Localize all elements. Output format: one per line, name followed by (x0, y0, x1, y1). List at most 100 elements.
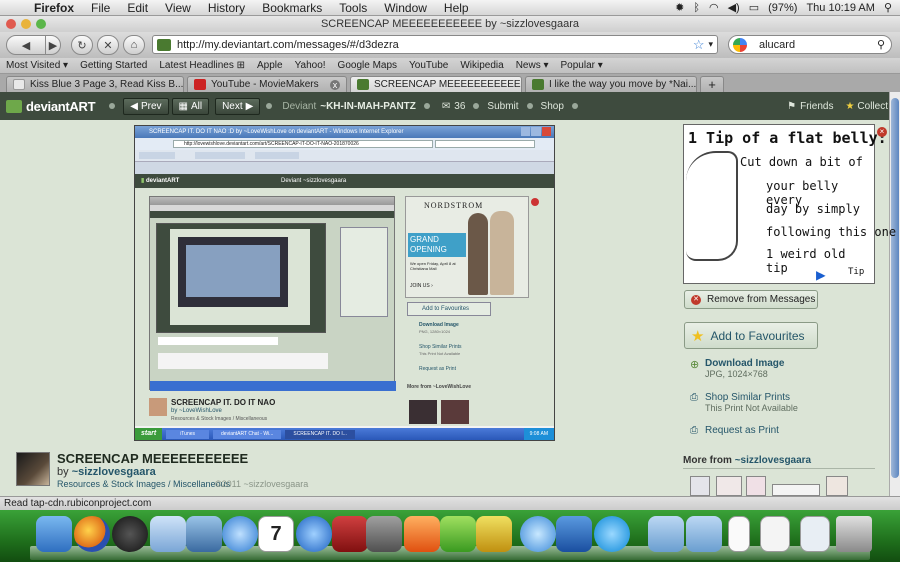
menubar-clock[interactable]: Thu 10:19 AM (806, 2, 875, 14)
close-icon[interactable]: x (330, 79, 340, 90)
url-bar[interactable]: http://my.deviantart.com/messages/#/d3de… (152, 35, 718, 54)
minimize-window-button[interactable] (21, 19, 31, 29)
documents-folder-icon[interactable] (686, 516, 722, 552)
more-thumb-3[interactable] (746, 476, 766, 496)
garageband-icon[interactable] (404, 516, 440, 552)
volume-icon[interactable]: ◀) (728, 1, 740, 14)
collect-star-icon[interactable]: ★ (845, 101, 854, 112)
menu-bookmarks[interactable]: Bookmarks (254, 1, 331, 15)
bookmark-getting-started[interactable]: Getting Started (80, 60, 147, 71)
battery-icon[interactable]: ▭ (749, 1, 759, 14)
menu-edit[interactable]: Edit (119, 1, 157, 15)
more-thumb-2[interactable] (716, 476, 742, 496)
menu-window[interactable]: Window (376, 1, 436, 15)
author-avatar[interactable] (16, 452, 50, 486)
ical-icon[interactable]: 7 (258, 516, 294, 552)
menu-tools[interactable]: Tools (331, 1, 376, 15)
more-thumb-1[interactable] (690, 476, 710, 496)
submit-link[interactable]: Submit (487, 101, 518, 112)
skype-icon[interactable] (594, 516, 630, 552)
trash-icon[interactable] (836, 516, 872, 552)
download-image-link[interactable]: Download Image (705, 358, 784, 369)
menu-app-firefox[interactable]: Firefox (26, 1, 83, 15)
tab-youtube[interactable]: YouTube - MovieMakers x (187, 76, 347, 92)
search-input[interactable]: alucard (759, 39, 877, 51)
buddy-icon[interactable] (520, 516, 556, 552)
bookmark-star-icon[interactable]: ☆ (693, 37, 705, 53)
downloads-stack-icon[interactable] (760, 516, 790, 552)
deviantart-logo[interactable]: deviantART (6, 99, 96, 114)
zoom-window-button[interactable] (36, 19, 46, 29)
friends-link[interactable]: Friends (800, 101, 833, 112)
new-tab-button[interactable]: + (700, 76, 724, 92)
next-button[interactable]: Next ▶ (215, 97, 261, 115)
applications-folder-icon[interactable] (648, 516, 684, 552)
url-dropdown-icon[interactable]: ▾ (708, 39, 713, 50)
close-ad-icon[interactable]: × (877, 127, 887, 137)
deviant-name-link[interactable]: ~KH-IN-MAH-PANTZ (320, 101, 416, 112)
author-link[interactable]: ~sizzlovesgaara (72, 466, 156, 478)
home-button[interactable]: ⌂ (123, 35, 145, 55)
tab-i-like-the-way[interactable]: I like the way you move by *Nai... x (525, 76, 697, 92)
menu-history[interactable]: History (200, 1, 254, 15)
facetime-icon[interactable] (222, 516, 258, 552)
finder-icon[interactable] (36, 516, 72, 552)
bluetooth-icon[interactable]: ᛒ (693, 2, 700, 14)
word-icon[interactable] (440, 516, 476, 552)
itunes-icon[interactable] (296, 516, 332, 552)
menu-view[interactable]: View (157, 1, 200, 15)
deviation-category[interactable]: Resources & Stock Images / Miscellaneous (57, 479, 230, 489)
bookmark-wikipedia[interactable]: Wikipedia (460, 60, 503, 71)
tab-kiss-blue[interactable]: Kiss Blue 3 Page 3, Read Kiss B... x (6, 76, 184, 92)
window-thumbnail-icon[interactable] (800, 516, 830, 552)
back-button[interactable]: ◀ (6, 35, 46, 55)
message-count[interactable]: 36 (454, 101, 465, 112)
mail-icon[interactable] (150, 516, 186, 552)
bookmark-popular[interactable]: Popular ▾ (561, 60, 603, 71)
more-thumb-4[interactable] (772, 484, 820, 496)
messages-icon[interactable]: ✉ (442, 101, 450, 112)
prev-button[interactable]: ◀ Prev (123, 97, 169, 115)
bookmark-yahoo[interactable]: Yahoo! (295, 60, 326, 71)
iphoto-icon[interactable] (186, 516, 222, 552)
bookmark-google-maps[interactable]: Google Maps (338, 60, 397, 71)
request-as-print-link[interactable]: Request as Print (705, 425, 779, 436)
shop-similar-prints-link[interactable]: Shop Similar Prints (705, 392, 790, 403)
scrollbar-thumb[interactable] (891, 98, 899, 478)
vertical-scrollbar[interactable] (889, 92, 900, 496)
bookmark-news[interactable]: News ▾ (516, 60, 549, 71)
wifi-icon[interactable]: ◠ (709, 1, 719, 14)
remove-from-messages-button[interactable]: ✕ Remove from Messages (684, 290, 818, 309)
shop-link[interactable]: Shop (541, 101, 564, 112)
bookmark-apple[interactable]: Apple (257, 60, 283, 71)
bookmark-most-visited[interactable]: Most Visited ▾ (6, 60, 68, 71)
url-text[interactable]: http://my.deviantart.com/messages/#/d3de… (177, 39, 693, 51)
firefox-icon[interactable] (74, 516, 110, 552)
flat-belly-ad[interactable]: 1 Tip of a flat belly: Cut down a bit of… (683, 124, 896, 284)
deviation-image[interactable]: SCREENCAP IT. DO IT NAO :D by ~LoveWishL… (134, 125, 555, 441)
close-window-button[interactable] (6, 19, 16, 29)
stop-button[interactable]: ✕ (97, 35, 119, 55)
document-icon[interactable] (728, 516, 750, 552)
menu-help[interactable]: Help (436, 1, 478, 15)
add-to-favourites-button[interactable]: ★ Add to Favourites (684, 322, 818, 349)
reload-button[interactable]: ↻ (71, 35, 93, 55)
menu-file[interactable]: File (83, 1, 119, 15)
bookmark-latest-headlines[interactable]: Latest Headlines ⊞ (159, 60, 245, 71)
photo-booth-icon[interactable] (332, 516, 368, 552)
tab-screencap[interactable]: SCREENCAP MEEEEEEEEEEE by ... x (350, 76, 522, 92)
gear-icon[interactable]: ✹ (675, 1, 684, 14)
bookmark-youtube[interactable]: YouTube (409, 60, 448, 71)
dashboard-icon[interactable] (112, 516, 148, 552)
ichat-icon[interactable] (476, 516, 512, 552)
google-icon[interactable] (733, 37, 747, 52)
forward-button[interactable]: ▶ (45, 35, 61, 55)
collect-link[interactable]: Collect (857, 101, 888, 112)
spotlight-icon[interactable]: ⚲ (884, 1, 892, 14)
friends-icon[interactable]: ⚑ (787, 101, 796, 112)
all-button[interactable]: ▦ All (171, 97, 210, 115)
more-thumb-5[interactable] (826, 476, 848, 496)
imovie-icon[interactable] (366, 516, 402, 552)
search-icon[interactable]: ⚲ (877, 38, 885, 51)
search-bar[interactable]: alucard ⚲ (728, 35, 892, 54)
